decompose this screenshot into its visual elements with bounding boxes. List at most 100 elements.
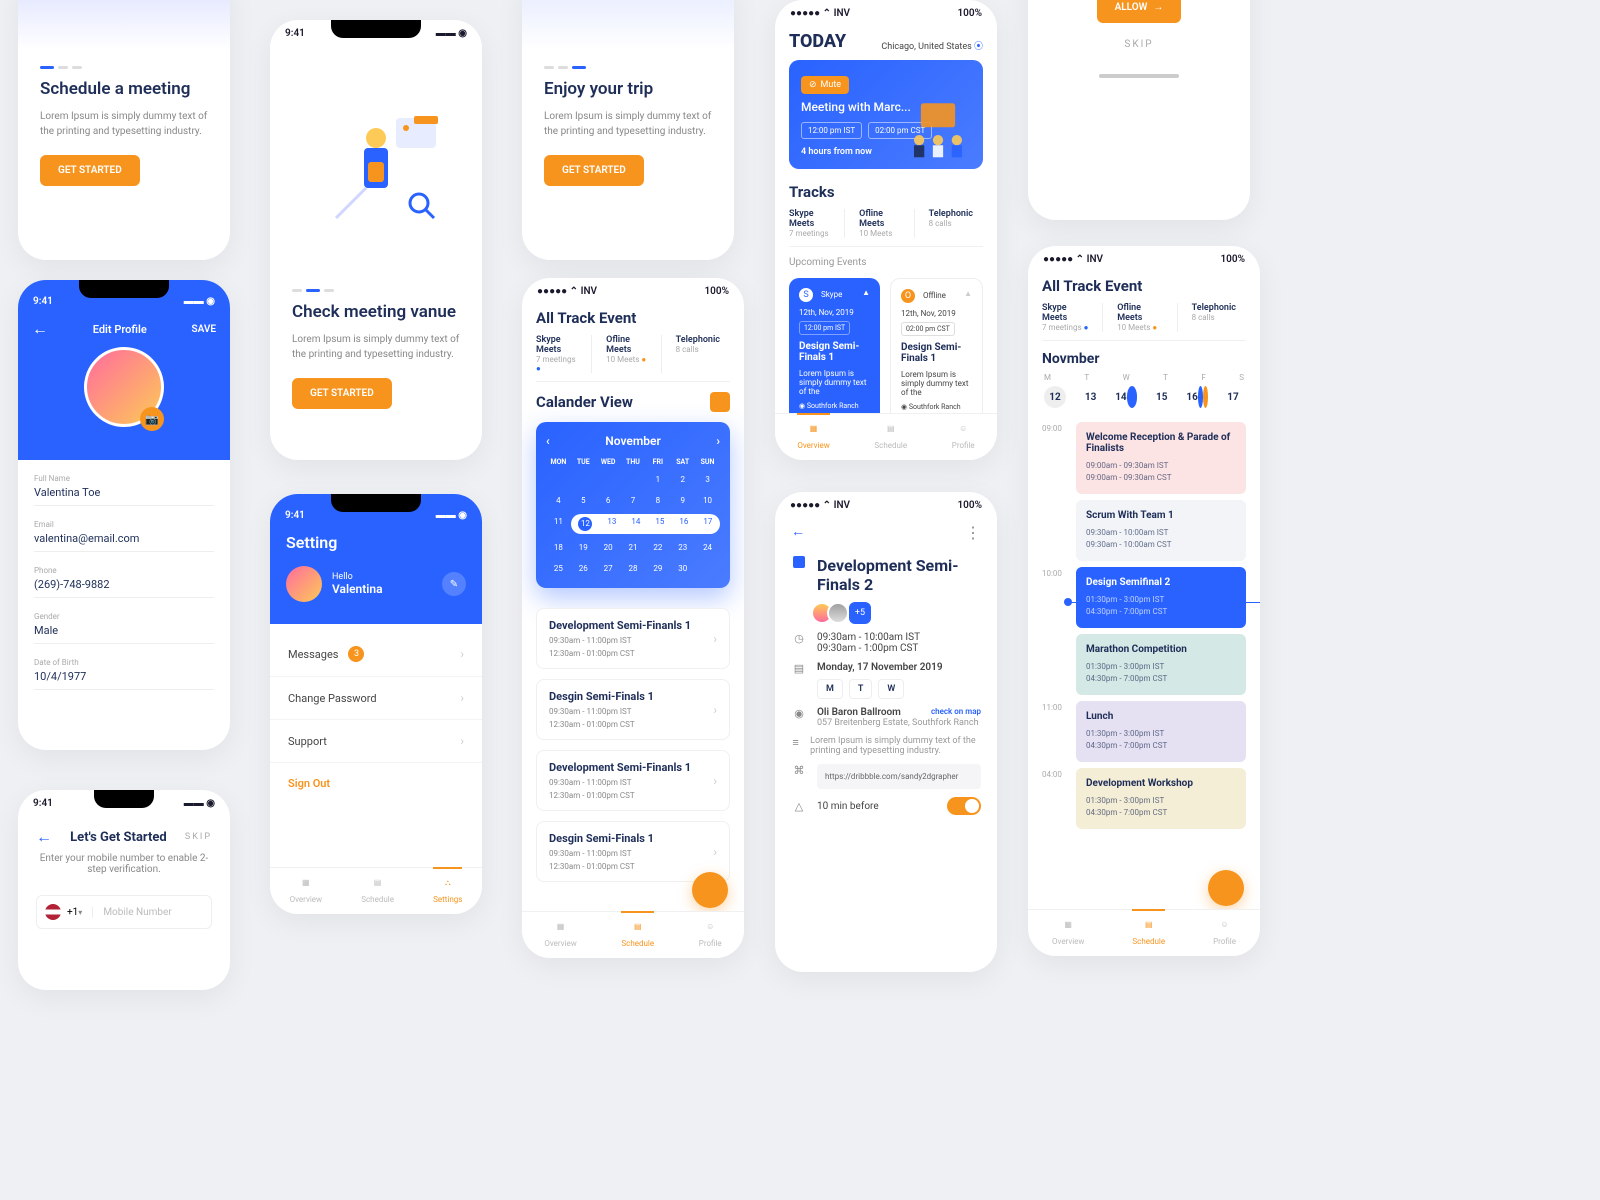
attendees[interactable]: +5 xyxy=(817,602,871,624)
tab-skype[interactable]: Skype Meets7 meetings ● xyxy=(1042,303,1103,332)
nav-overview[interactable]: ▦Overview xyxy=(290,878,322,904)
day-w[interactable]: W xyxy=(878,679,904,699)
menu-change-password[interactable]: Change Password› xyxy=(270,677,482,720)
event-card-skype[interactable]: S Skype ▲ 12th, Nov, 2019 12:00 pm IST D… xyxy=(789,278,880,422)
today-card[interactable]: ⊘ Mute Meeting with Marc... 12:00 pm IST… xyxy=(789,60,983,169)
nav-schedule[interactable]: ▤Schedule xyxy=(874,424,907,450)
location-icon: ◉ Southfork Ranch xyxy=(799,402,870,410)
arrow-icon: → xyxy=(1153,2,1163,13)
prev-month-icon[interactable]: ‹ xyxy=(546,434,550,448)
timeline-card[interactable]: Scrum With Team 109:30am - 10:00am IST09… xyxy=(1076,500,1246,561)
tab-offline[interactable]: Ofline Meets10 Meets xyxy=(859,209,914,238)
page-title: Edit Profile xyxy=(93,323,147,336)
nav-profile[interactable]: ☺Profile xyxy=(699,922,722,948)
onboard-check-venue: 9:41▬▬ ◉ Check meeting vanue Lorem Ipsum… xyxy=(270,20,482,460)
edit-profile-screen: 9:41▬▬ ◉ ← Edit Profile SAVE 📷 Full Name… xyxy=(18,280,230,750)
get-started-button[interactable]: GET STARTED xyxy=(292,378,392,409)
day-m[interactable]: M xyxy=(817,679,843,699)
event-item[interactable]: Desgin Semi-Finals 109:30am - 11:00pm IS… xyxy=(536,679,730,740)
timeline-card[interactable]: Design Semifinal 201:30pm - 3:00pm IST04… xyxy=(1076,567,1246,628)
tab-telephonic[interactable]: Telephonic8 calls xyxy=(676,335,730,373)
back-icon[interactable]: ← xyxy=(32,319,48,339)
timeline-card[interactable]: Lunch01:30pm - 3:00pm IST04:30pm - 7:00p… xyxy=(1076,701,1246,762)
tab-skype[interactable]: Skype Meets7 meetings xyxy=(789,209,845,238)
fab-add[interactable] xyxy=(1208,870,1244,906)
nav-overview[interactable]: ▦Overview xyxy=(1052,920,1084,946)
tab-offline[interactable]: Ofline Meets10 Meets ● xyxy=(606,335,661,373)
event-item[interactable]: Desgin Semi-Finals 109:30am - 11:00pm IS… xyxy=(536,821,730,882)
more-icon[interactable]: ⋮ xyxy=(965,515,981,550)
today-screen: ●●●●● ⌃ INV100% TODAY Chicago, United St… xyxy=(775,0,997,460)
nav-overview[interactable]: ▦Overview xyxy=(544,922,576,948)
menu-support[interactable]: Support› xyxy=(270,720,482,763)
day-t[interactable]: T xyxy=(849,679,873,699)
field-email[interactable]: Emailvalentina@email.com xyxy=(34,520,214,552)
nav-schedule[interactable]: ▤Schedule xyxy=(361,878,394,904)
phone-input[interactable]: +1▾ Mobile Number xyxy=(36,895,212,929)
menu-messages[interactable]: Messages3› xyxy=(270,632,482,677)
user-row: HelloValentina ✎ xyxy=(270,560,482,608)
timeline-screen: ●●●●● ⌃ INV100% All Track Event Skype Me… xyxy=(1028,246,1260,956)
skip-button[interactable]: SKIP xyxy=(185,832,212,842)
event-card-offline[interactable]: O Offline ▲ 12th, Nov, 2019 02:00 pm CST… xyxy=(890,278,983,422)
home-indicator xyxy=(1099,74,1179,78)
next-month-icon[interactable]: › xyxy=(716,434,720,448)
onboard-enjoy-trip: Enjoy your trip Lorem Ipsum is simply du… xyxy=(522,0,734,260)
timeline-card[interactable]: Development Workshop01:30pm - 3:00pm IST… xyxy=(1076,768,1246,829)
fab-add[interactable] xyxy=(692,872,728,908)
event-item[interactable]: Development Semi-Finanls 109:30am - 11:0… xyxy=(536,750,730,811)
camera-icon[interactable]: 📷 xyxy=(140,407,164,431)
field-dob[interactable]: Date of Birth10/4/1977 xyxy=(34,658,214,690)
mute-button[interactable]: ⊘ Mute xyxy=(801,76,849,94)
signout-button[interactable]: Sign Out xyxy=(270,763,482,804)
field-phone[interactable]: Phone(269)-748-9882 xyxy=(34,566,214,598)
calendar-icon[interactable] xyxy=(710,392,730,412)
edit-icon[interactable]: ✎ xyxy=(442,572,466,596)
desc: Lorem Ipsum is simply dummy text of the … xyxy=(292,332,460,362)
event-item[interactable]: Development Semi-Finanls 109:30am - 11:0… xyxy=(536,608,730,669)
avatar xyxy=(286,566,322,602)
pager xyxy=(292,289,460,292)
title: Enjoy your trip xyxy=(544,79,712,99)
desc: Lorem Ipsum is simply dummy text of the … xyxy=(544,109,712,139)
nav-profile[interactable]: ☺Profile xyxy=(952,424,975,450)
location-icon: ⦿ xyxy=(974,42,983,52)
track-tabs: Skype Meets7 meetings ● Ofline Meets10 M… xyxy=(536,335,730,382)
nav-overview[interactable]: ▦Overview xyxy=(797,413,829,450)
tab-skype[interactable]: Skype Meets7 meetings ● xyxy=(536,335,592,373)
field-name[interactable]: Full NameValentina Toe xyxy=(34,474,214,506)
month-label: Novmber xyxy=(1042,351,1246,367)
allow-button[interactable]: ALLOW → xyxy=(1097,0,1182,23)
location-icon: ◉ Southfork Ranch xyxy=(901,403,972,411)
back-icon[interactable]: ← xyxy=(791,515,805,548)
field-gender[interactable]: GenderMale xyxy=(34,612,214,644)
url-field[interactable]: https://dribbble.com/sandy2dgrapher xyxy=(817,764,981,789)
status-bar: ●●●●● ⌃ INV100% xyxy=(522,278,744,301)
badge: 3 xyxy=(348,646,364,662)
notifications-screen: Stay notified about new course updates, … xyxy=(1028,0,1250,220)
day-selector[interactable]: 12 13 14 15 16 17 xyxy=(1042,386,1246,408)
save-button[interactable]: SAVE xyxy=(191,324,216,335)
reminder-toggle[interactable] xyxy=(947,797,981,815)
timeline-card[interactable]: Marathon Competition01:30pm - 3:00pm IST… xyxy=(1076,634,1246,695)
nav-profile[interactable]: ☺Profile xyxy=(1213,920,1236,946)
skip-button[interactable]: SKIP xyxy=(1053,39,1225,50)
get-started-button[interactable]: GET STARTED xyxy=(544,155,644,186)
bell-icon: ▲ xyxy=(964,289,972,298)
check-map-link[interactable]: check on map xyxy=(931,707,981,716)
desc: Lorem Ipsum is simply dummy text of the … xyxy=(40,109,208,139)
subtitle: Enter your mobile number to enable 2-ste… xyxy=(36,853,212,875)
illustration xyxy=(18,0,230,50)
tab-offline[interactable]: Ofline Meets10 Meets ● xyxy=(1117,303,1177,332)
calendar-widget: ‹ November › MONTUEWEDTHUFRISATSUN 123 4… xyxy=(536,422,730,588)
nav-schedule[interactable]: ▤Schedule xyxy=(621,911,654,948)
nav-schedule[interactable]: ▤Schedule xyxy=(1132,909,1165,946)
tab-telephonic[interactable]: Telephonic8 calls xyxy=(929,209,983,238)
back-icon[interactable]: ← xyxy=(36,827,52,847)
get-started-button[interactable]: GET STARTED xyxy=(40,155,140,186)
month-label: November xyxy=(605,434,661,448)
nav-settings[interactable]: ⛬Settings xyxy=(433,867,462,904)
location-icon: ◉ xyxy=(791,707,807,728)
tab-telephonic[interactable]: Telephonic8 calls xyxy=(1192,303,1246,332)
timeline-card[interactable]: Welcome Reception & Parade of Finalists0… xyxy=(1076,422,1246,494)
